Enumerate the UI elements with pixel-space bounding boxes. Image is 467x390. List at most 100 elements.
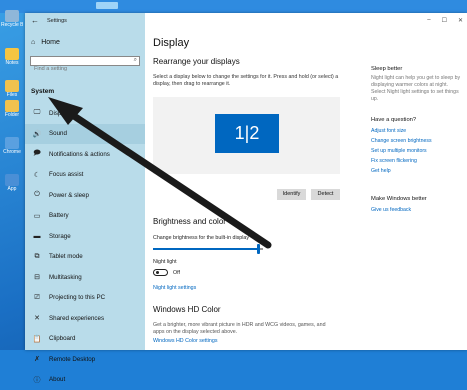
shared-icon: ✕	[31, 314, 43, 322]
search-box[interactable]: ⌕	[30, 56, 140, 66]
projecting-icon: ⎚	[31, 294, 43, 302]
sidebar-item-label: About	[49, 376, 65, 383]
clipboard-icon: 📋	[31, 335, 43, 343]
desktop-icon-image	[5, 10, 19, 22]
sound-icon: 🔊	[31, 130, 43, 138]
moon-icon: ☾	[31, 171, 43, 179]
sidebar-item-sound[interactable]: 🔊 Sound	[25, 124, 145, 145]
hdr-description: Get a brighter, more vibrant picture in …	[153, 322, 333, 336]
sidebar-item-storage[interactable]: ▬ Storage	[25, 226, 145, 247]
minimize-icon[interactable]: –	[427, 17, 430, 24]
desktop-icon[interactable]: Chrome	[1, 135, 23, 159]
desktop-icon-image	[5, 174, 19, 186]
help-link[interactable]: Get help	[371, 168, 391, 174]
search-input[interactable]	[31, 65, 129, 73]
top-tab[interactable]	[96, 2, 118, 9]
night-light-label: Night light	[153, 259, 177, 265]
desktop-icon-image	[5, 80, 19, 92]
desktop-icon-label: Notes	[1, 60, 23, 66]
sidebar-item-label: Power & sleep	[49, 192, 89, 199]
back-arrow-icon[interactable]: ←	[31, 16, 39, 25]
close-icon[interactable]: ✕	[458, 17, 463, 24]
sidebar-item-battery[interactable]: ▭ Battery	[25, 206, 145, 227]
sidebar-item-label: Sound	[49, 130, 67, 137]
sidebar-item-remote-desktop[interactable]: ✗Remote Desktop	[25, 349, 145, 370]
multitasking-icon: ⊟	[31, 273, 43, 281]
monitor-tile[interactable]: 1|2	[215, 114, 279, 153]
home-label: Home	[41, 39, 60, 46]
sidebar-item-label: Tablet mode	[49, 253, 83, 260]
sidebar-item-label: Battery	[49, 212, 69, 219]
sidebar-item-notifications-actions[interactable]: 🗩 Notifications & actions	[25, 144, 145, 165]
toggle-knob	[156, 271, 159, 274]
sidebar-item-label: Display	[49, 110, 69, 117]
detect-button[interactable]: Detect	[311, 189, 340, 200]
window-controls: – ☐ ✕	[427, 17, 463, 24]
info-icon: ⓘ	[31, 375, 43, 385]
question-heading: Have a question?	[371, 117, 416, 123]
sidebar-item-tablet-mode[interactable]: ⧉ Tablet mode	[25, 247, 145, 268]
section-heading: System	[31, 88, 54, 95]
identify-button[interactable]: Identify	[277, 189, 306, 200]
desktop-icon[interactable]: App	[1, 172, 23, 196]
sidebar-item-focus-assist[interactable]: ☾Focus assist	[25, 165, 145, 186]
help-link[interactable]: Fix screen flickering	[371, 158, 417, 164]
hdr-heading: Windows HD Color	[153, 305, 221, 314]
sidebar-item-projecting-to-this-pc[interactable]: ⎚ Projecting to this PC	[25, 288, 145, 309]
sidebar-item-display[interactable]: 🖵 Display	[25, 103, 145, 124]
page-title: Display	[153, 37, 189, 49]
brightness-slider[interactable]	[153, 248, 263, 250]
browser-top-bar	[0, 0, 467, 13]
sidebar-item-label: Clipboard	[49, 335, 75, 342]
settings-window: ← Settings ⌂ Home ⌕ System 🖵 Display 🔊 Soun…	[25, 13, 467, 350]
brightness-heading: Brightness and color	[153, 217, 226, 226]
rearrange-heading: Rearrange your displays	[153, 57, 240, 66]
desktop-icon[interactable]: Folder	[1, 98, 23, 122]
night-light-settings-link[interactable]: Night light settings	[153, 285, 196, 291]
maximize-icon[interactable]: ☐	[442, 17, 447, 24]
app-title: Settings	[47, 18, 67, 24]
sidebar-item-about[interactable]: ⓘ About	[25, 370, 145, 390]
sidebar-item-label: Notifications & actions	[49, 151, 110, 158]
help-link[interactable]: Set up multiple monitors	[371, 148, 427, 154]
desktop-icon-label: Recycle Bin	[1, 22, 23, 28]
desktop-icon[interactable]: Notes	[1, 46, 23, 70]
desktop-icon-image	[5, 48, 19, 60]
search-icon[interactable]: ⌕	[134, 57, 137, 64]
power-icon: ⏻	[31, 191, 43, 199]
night-light-toggle[interactable]	[153, 269, 168, 276]
help-link[interactable]: Change screen brightness	[371, 138, 432, 144]
tablet-icon: ⧉	[31, 253, 43, 261]
sidebar-item-label: Shared experiences	[49, 315, 104, 322]
desktop-icon-label: Chrome	[1, 149, 23, 155]
help-link[interactable]: Adjust font size	[371, 128, 406, 134]
main-content: – ☐ ✕ Display Rearrange your displays Se…	[145, 13, 467, 350]
sidebar-item-clipboard[interactable]: 📋 Clipboard	[25, 329, 145, 350]
display-icon: 🖵	[31, 109, 43, 117]
desktop-icon-image	[5, 100, 19, 112]
night-light-state: Off	[173, 270, 180, 276]
better-heading: Make Windows better	[371, 196, 427, 202]
brightness-slider-thumb[interactable]	[257, 244, 260, 254]
sidebar-item-multitasking[interactable]: ⊟ Multitasking	[25, 267, 145, 288]
home-nav-item[interactable]: ⌂ Home	[31, 39, 60, 46]
sidebar-item-power-sleep[interactable]: ⏻ Power & sleep	[25, 185, 145, 206]
sidebar-item-label: Multitasking	[49, 274, 82, 281]
desktop-icon-image	[5, 137, 19, 149]
desktop-icon-label: App	[1, 186, 23, 192]
sleep-description: Night light can help you get to sleep by…	[371, 75, 463, 103]
desktop-icon[interactable]: Recycle Bin	[1, 8, 23, 32]
sidebar-item-label: Storage	[49, 233, 71, 240]
sidebar-item-label: Projecting to this PC	[49, 294, 105, 301]
sleep-heading: Sleep better	[371, 66, 402, 72]
sidebar-item-shared-experiences[interactable]: ✕ Shared experiences	[25, 308, 145, 329]
hdr-settings-link[interactable]: Windows HD Color settings	[153, 338, 217, 344]
brightness-label: Change brightness for the built-in displ…	[153, 235, 249, 241]
home-icon: ⌂	[31, 39, 35, 46]
feedback-link[interactable]: Give us feedback	[371, 207, 411, 213]
battery-icon: ▭	[31, 212, 43, 220]
display-arrangement-area[interactable]: 1|2	[153, 97, 340, 174]
notifications-icon: 🗩	[31, 149, 43, 160]
settings-sidebar: ← Settings ⌂ Home ⌕ System 🖵 Display 🔊 Soun…	[25, 13, 145, 350]
storage-icon: ▬	[31, 233, 43, 240]
